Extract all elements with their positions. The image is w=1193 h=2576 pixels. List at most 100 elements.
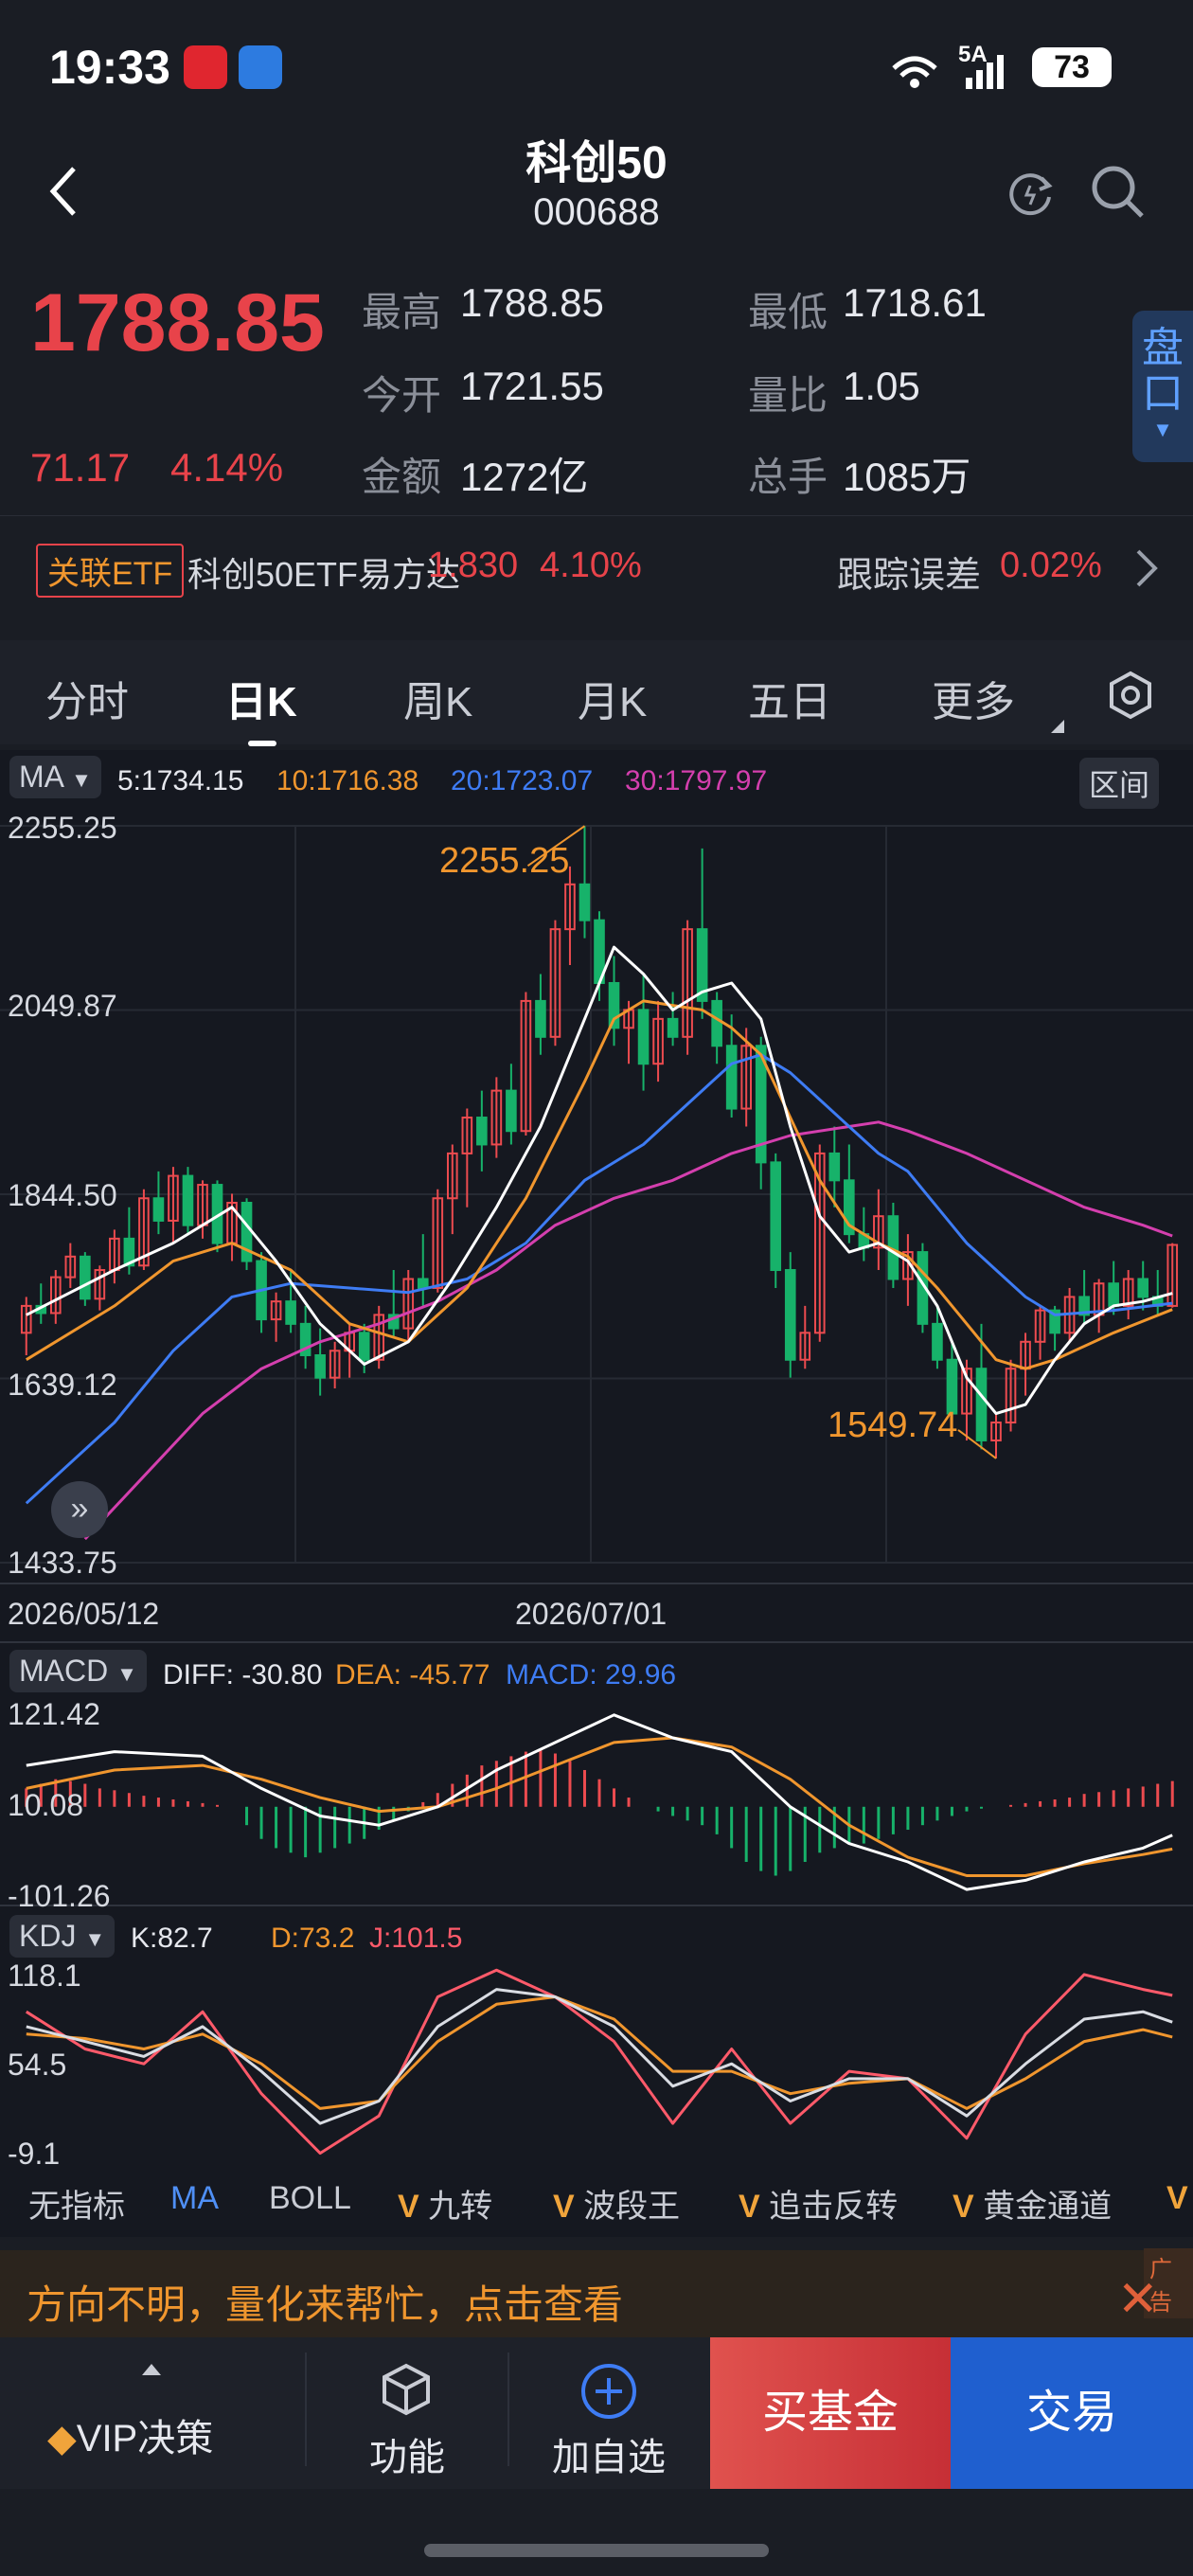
v-badge-icon: V bbox=[953, 2189, 984, 2225]
volume-value: 1085万 bbox=[843, 455, 971, 499]
tracking-error-value: 0.02% bbox=[1000, 546, 1102, 585]
indicator-label: 波段王 bbox=[583, 2189, 681, 2225]
candle-down bbox=[1108, 1282, 1119, 1307]
candle-down bbox=[711, 999, 722, 1047]
etf-tag: 关联ETF bbox=[36, 544, 185, 598]
kdj-selector[interactable]: KDJ ▼ bbox=[9, 1915, 116, 1958]
tab-weekly-k[interactable]: 周K bbox=[403, 668, 472, 728]
ma-selector[interactable]: MA ▼ bbox=[9, 756, 101, 798]
open-value: 1721.55 bbox=[460, 364, 604, 408]
date-axis-label: 2026/05/12 bbox=[8, 1597, 160, 1631]
v-badge-icon: V bbox=[553, 2189, 584, 2225]
indicator-huangjin[interactable]: V 黄金通道 bbox=[953, 2180, 1112, 2227]
chevron-right-icon[interactable] bbox=[1132, 547, 1161, 589]
candle-down bbox=[975, 1368, 988, 1441]
tab-intraday[interactable]: 分时 bbox=[45, 668, 129, 728]
cube-icon bbox=[383, 2363, 430, 2416]
macd-label: MACD bbox=[19, 1654, 109, 1688]
price-change-pct: 4.14% bbox=[170, 445, 284, 490]
kline-svg[interactable] bbox=[0, 796, 1193, 2178]
status-time: 19:33 bbox=[49, 41, 170, 94]
candle-down bbox=[417, 1278, 429, 1289]
ma10-legend: 10:1716.38 bbox=[276, 765, 419, 796]
add-watchlist-button[interactable]: 加自选 bbox=[549, 2426, 668, 2481]
order-book-button[interactable]: 盘口 ▼ bbox=[1132, 311, 1193, 462]
diamond-icon: ◆ bbox=[47, 2418, 77, 2460]
high-label: 最高 bbox=[362, 290, 442, 334]
kdj-j-legend: J:101.5 bbox=[369, 1923, 463, 1954]
macd-selector[interactable]: MACD ▼ bbox=[9, 1650, 147, 1692]
buy-fund-button[interactable]: 买基金 bbox=[710, 2337, 951, 2489]
high-annotation: 2255.25 bbox=[439, 841, 570, 881]
indicator-boll[interactable]: BOLL bbox=[269, 2180, 351, 2217]
macd-axis-label: 10.08 bbox=[8, 1788, 84, 1822]
price-axis-label: 1844.50 bbox=[8, 1178, 117, 1212]
candle-down bbox=[828, 1152, 841, 1182]
candle-down bbox=[770, 1161, 782, 1272]
tab-monthly-k[interactable]: 月K bbox=[578, 668, 647, 728]
kdj-k-legend: K:82.7 bbox=[131, 1923, 213, 1954]
macd-value-legend: MACD: 29.96 bbox=[506, 1659, 677, 1690]
kdj-d-line bbox=[26, 1995, 1173, 2110]
tab-more[interactable]: 更多 bbox=[932, 668, 1015, 728]
indicator-zhuiji[interactable]: V 追击反转 bbox=[739, 2180, 898, 2227]
caret-down-icon: ▼ bbox=[116, 1662, 137, 1686]
ma20-legend: 20:1723.07 bbox=[451, 765, 594, 796]
amount-label: 金额 bbox=[362, 455, 442, 499]
macd-diff-legend: DIFF: -30.80 bbox=[163, 1659, 323, 1690]
close-icon[interactable]: ✕ bbox=[1117, 2271, 1159, 2328]
trade-button[interactable]: 交易 bbox=[951, 2337, 1193, 2489]
price-axis-label: 1639.12 bbox=[8, 1368, 117, 1402]
date-axis-label: 2026/07/01 bbox=[515, 1597, 668, 1631]
indicator-label: 九转 bbox=[428, 2189, 493, 2225]
indicator-boduanwang[interactable]: V 波段王 bbox=[553, 2180, 680, 2227]
caret-down-icon: ▼ bbox=[84, 1927, 106, 1951]
candle-down bbox=[637, 1009, 650, 1065]
kdj-label: KDJ bbox=[19, 1919, 77, 1953]
search-icon[interactable] bbox=[1087, 161, 1148, 222]
settings-icon[interactable] bbox=[1106, 671, 1155, 720]
indicator-ma[interactable]: MA bbox=[170, 2180, 219, 2217]
candle-down bbox=[358, 1332, 370, 1361]
price-axis-label: 1433.75 bbox=[8, 1546, 117, 1580]
order-book-label: 盘口 bbox=[1142, 325, 1184, 417]
kdj-k-line bbox=[26, 1988, 1173, 2125]
vip-button[interactable]: ◆VIP决策 bbox=[47, 2407, 213, 2462]
refresh-icon[interactable] bbox=[1006, 167, 1059, 220]
etf-price: 1.830 bbox=[428, 546, 519, 585]
ma5-legend: 5:1734.15 bbox=[117, 765, 244, 796]
candle-down bbox=[152, 1197, 165, 1222]
candle-down bbox=[285, 1300, 296, 1325]
divider bbox=[507, 2352, 509, 2466]
indicator-none[interactable]: 无指标 bbox=[28, 2180, 125, 2227]
volume-label: 总手 bbox=[748, 455, 828, 499]
macd-axis-label: -101.26 bbox=[8, 1879, 111, 1913]
ad-text[interactable]: 方向不明，量化来帮忙，点击查看 bbox=[27, 2273, 623, 2331]
v-badge-icon: V bbox=[1166, 2180, 1188, 2216]
page-title: 科创50 bbox=[525, 138, 668, 188]
tab-five-day[interactable]: 五日 bbox=[748, 668, 831, 728]
candle-down bbox=[667, 1017, 679, 1038]
home-indicator bbox=[424, 2544, 769, 2557]
caret-up-icon bbox=[142, 2364, 161, 2375]
current-price: 1788.85 bbox=[30, 277, 325, 368]
candle-down bbox=[506, 1089, 517, 1133]
back-icon[interactable] bbox=[45, 163, 83, 220]
candle-down bbox=[535, 999, 546, 1038]
app-notification-icon bbox=[239, 45, 282, 89]
indicator-jiuzhuan[interactable]: V 九转 bbox=[398, 2180, 492, 2227]
signal-icon bbox=[892, 55, 1004, 89]
tab-daily-k[interactable]: 日K bbox=[225, 668, 297, 728]
candle-down bbox=[725, 1045, 738, 1110]
stock-code: 000688 bbox=[533, 191, 660, 233]
macd-dea-legend: DEA: -45.77 bbox=[335, 1659, 490, 1690]
ma30-line bbox=[83, 1120, 1173, 1541]
function-button[interactable]: 功能 bbox=[352, 2426, 462, 2481]
expand-icon[interactable]: » bbox=[51, 1481, 108, 1538]
more-corner-icon bbox=[1051, 720, 1064, 733]
kdj-axis-label: 118.1 bbox=[8, 1959, 81, 1993]
candle-down bbox=[476, 1117, 488, 1146]
network-type: 5A bbox=[958, 42, 988, 67]
app-notification-icon bbox=[184, 45, 227, 89]
status-bar bbox=[0, 0, 1193, 133]
